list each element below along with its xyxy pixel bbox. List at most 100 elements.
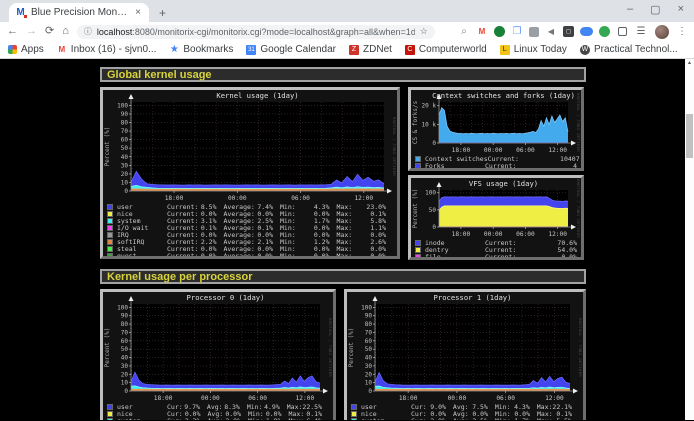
svg-text:90: 90	[365, 313, 373, 320]
box-extension-icon[interactable]	[529, 27, 539, 37]
svg-text:0: 0	[432, 140, 436, 147]
page-info-icon[interactable]: ⓘ	[84, 26, 92, 37]
bookmark-item-inbox-16-sjvn0[interactable]: MInbox (16) - sjvn0...	[57, 44, 157, 55]
svg-text:18:00: 18:00	[452, 147, 471, 154]
zdnet-icon: Z	[349, 45, 359, 55]
svg-text:00:00: 00:00	[484, 231, 503, 238]
svg-text:RRDTOOL / TOBI OETIKER: RRDTOOL / TOBI OETIKER	[578, 318, 583, 377]
svg-text:20 k: 20 k	[422, 103, 437, 110]
legend-row-forks: ForksCurrent:4	[415, 162, 577, 169]
legend-name: system	[361, 417, 411, 420]
bookmark-item-zdnet[interactable]: ZZDNet	[349, 44, 392, 55]
legend-row-inode: inodeCurrent:70.6%	[415, 239, 577, 246]
legend-name: system	[117, 417, 167, 420]
legend-row-nice: niceCurrent:0.0%Average:0.0%Min:0.0%Max:…	[107, 210, 393, 217]
section-header-global-kernel: Global kernel usage	[100, 67, 586, 82]
legend-row-softirq: softIRQCurrent:2.2%Average:2.1%Min:1.2%M…	[107, 238, 393, 245]
legend-stat: Cur:3.3%	[167, 417, 208, 420]
legend-stat-label: Current:	[485, 162, 537, 170]
svg-text:80: 80	[121, 120, 129, 127]
svg-text:60: 60	[121, 338, 129, 345]
svg-text:40: 40	[121, 355, 129, 362]
home-button[interactable]: ⌂	[62, 26, 69, 37]
legend-stat-value: 4	[537, 162, 577, 170]
legend-row-system: systemCur:2.9%Avg:2.5%Min:1.7%Max:5.5%	[351, 417, 579, 420]
bookmarks-bar: Apps MInbox (16) - sjvn0... ★Bookmarks 31Go…	[0, 41, 694, 59]
processor-0-chart[interactable]: 010203040506070809010018:0000:0006:0012:…	[100, 289, 336, 420]
svg-text:18:00: 18:00	[399, 395, 418, 402]
legend-row-system: systemCur:3.3%Avg:2.0%Min:1.8%Max:6.4%	[107, 417, 329, 420]
context-switches-chart[interactable]: 010 k20 k18:0000:0006:0012:00Context swi…	[408, 87, 584, 171]
svg-text:Context switches and forks (1: Context switches and forks (1day)	[432, 91, 575, 100]
vfs-usage-chart[interactable]: 05010018:0000:0006:0012:00VFS usage (1da…	[408, 175, 584, 260]
legend-swatch	[107, 211, 113, 217]
scrollbar-thumb[interactable]	[686, 114, 693, 158]
extensions-puzzle-icon[interactable]	[618, 27, 627, 36]
new-tab-button[interactable]: +	[159, 6, 166, 22]
legend-swatch	[107, 246, 113, 252]
legend-stat: Average:0.0%	[224, 252, 281, 259]
address-bar[interactable]: ⓘ localhost:8080/monitorix-cgi/monitorix…	[77, 25, 435, 39]
browser-tab[interactable]: M Blue Precision Monitorix ×	[9, 3, 149, 22]
context-switches-legend: Context switchesCurrent:10407ForksCurren…	[411, 154, 581, 169]
legend-swatch	[107, 418, 113, 420]
pages-extension-icon[interactable]: ❐	[511, 26, 523, 38]
page-scrollbar[interactable]: ▲	[685, 59, 694, 420]
svg-text:00:00: 00:00	[228, 195, 247, 202]
svg-text:80: 80	[365, 321, 373, 328]
svg-text:00:00: 00:00	[448, 395, 467, 402]
screenshot-extension-icon[interactable]: ◻	[563, 26, 574, 37]
bookmark-label: Computerworld	[419, 44, 487, 55]
bookmark-item-apps[interactable]: Apps	[8, 44, 44, 55]
legend-swatch	[107, 232, 113, 238]
browser-menu-icon[interactable]: ⋮	[677, 26, 687, 37]
svg-text:20: 20	[121, 171, 129, 178]
svg-text:80: 80	[121, 321, 129, 328]
monitorix-favicon-icon: M	[15, 7, 26, 18]
bookmark-item-computerworld[interactable]: C Computerworld	[405, 44, 487, 55]
bookmark-star-icon[interactable]: ☆	[420, 26, 428, 37]
svg-text:30: 30	[365, 363, 373, 370]
wordpress-icon: W	[580, 45, 590, 55]
legend-stat: Min:0.0%	[280, 252, 337, 259]
bookmark-item-linux-today[interactable]: LLinux Today	[500, 44, 567, 55]
bookmark-label: Practical Technol...	[594, 44, 678, 55]
star-icon: ★	[169, 45, 179, 55]
scrollbar-up-arrow-icon[interactable]: ▲	[685, 59, 694, 68]
calendar-icon: 31	[246, 45, 256, 55]
globe-extension-icon[interactable]	[494, 26, 505, 37]
legend-name: guest	[117, 252, 167, 259]
bookmark-item-google-calendar[interactable]: 31Google Calendar	[246, 44, 336, 55]
bookmark-item-practical-technol[interactable]: W Practical Technol...	[580, 44, 678, 55]
profile-avatar[interactable]	[655, 25, 669, 39]
search-extension-icon[interactable]: ⌕	[458, 26, 470, 38]
gmail-extension-icon[interactable]: M	[476, 26, 488, 38]
section-header-per-processor: Kernel usage per processor	[100, 269, 586, 284]
svg-text:06:00: 06:00	[516, 147, 535, 154]
svg-text:Percent (%): Percent (%)	[104, 127, 111, 167]
forward-button[interactable]: →	[26, 26, 37, 37]
reload-button[interactable]: ⟳	[45, 26, 54, 37]
window-maximize-button[interactable]: ▢	[650, 3, 660, 16]
legend-swatch	[351, 411, 357, 417]
window-close-button[interactable]: ×	[678, 3, 684, 16]
window-minimize-button[interactable]: –	[627, 3, 633, 16]
processor-1-chart[interactable]: 010203040506070809010018:0000:0006:0012:…	[344, 289, 586, 420]
browser-titlebar: M Blue Precision Monitorix × + – ▢ ×	[0, 0, 694, 22]
oval-extension-icon[interactable]	[580, 27, 593, 36]
computerworld-icon: C	[405, 45, 415, 55]
back-button[interactable]: ←	[7, 26, 18, 37]
svg-text:0: 0	[432, 224, 436, 231]
legend-swatch	[107, 404, 113, 410]
svg-text:0: 0	[124, 388, 128, 395]
bookmark-label: Linux Today	[514, 44, 567, 55]
cast-extension-icon[interactable]: ◀	[545, 26, 557, 38]
svg-text:10 k: 10 k	[422, 121, 437, 128]
legend-row-dentry: dentryCurrent:54.0%	[415, 246, 577, 253]
kernel-usage-chart[interactable]: 010203040506070809010018:0000:0006:0012:…	[100, 87, 400, 259]
bookmark-label: Inbox (16) - sjvn0...	[71, 44, 157, 55]
bookmark-item-bookmarks[interactable]: ★Bookmarks	[169, 44, 233, 55]
tab-close-icon[interactable]: ×	[133, 7, 143, 18]
circle-extension-icon[interactable]	[599, 26, 610, 37]
reading-list-icon[interactable]: ☰	[635, 26, 647, 38]
